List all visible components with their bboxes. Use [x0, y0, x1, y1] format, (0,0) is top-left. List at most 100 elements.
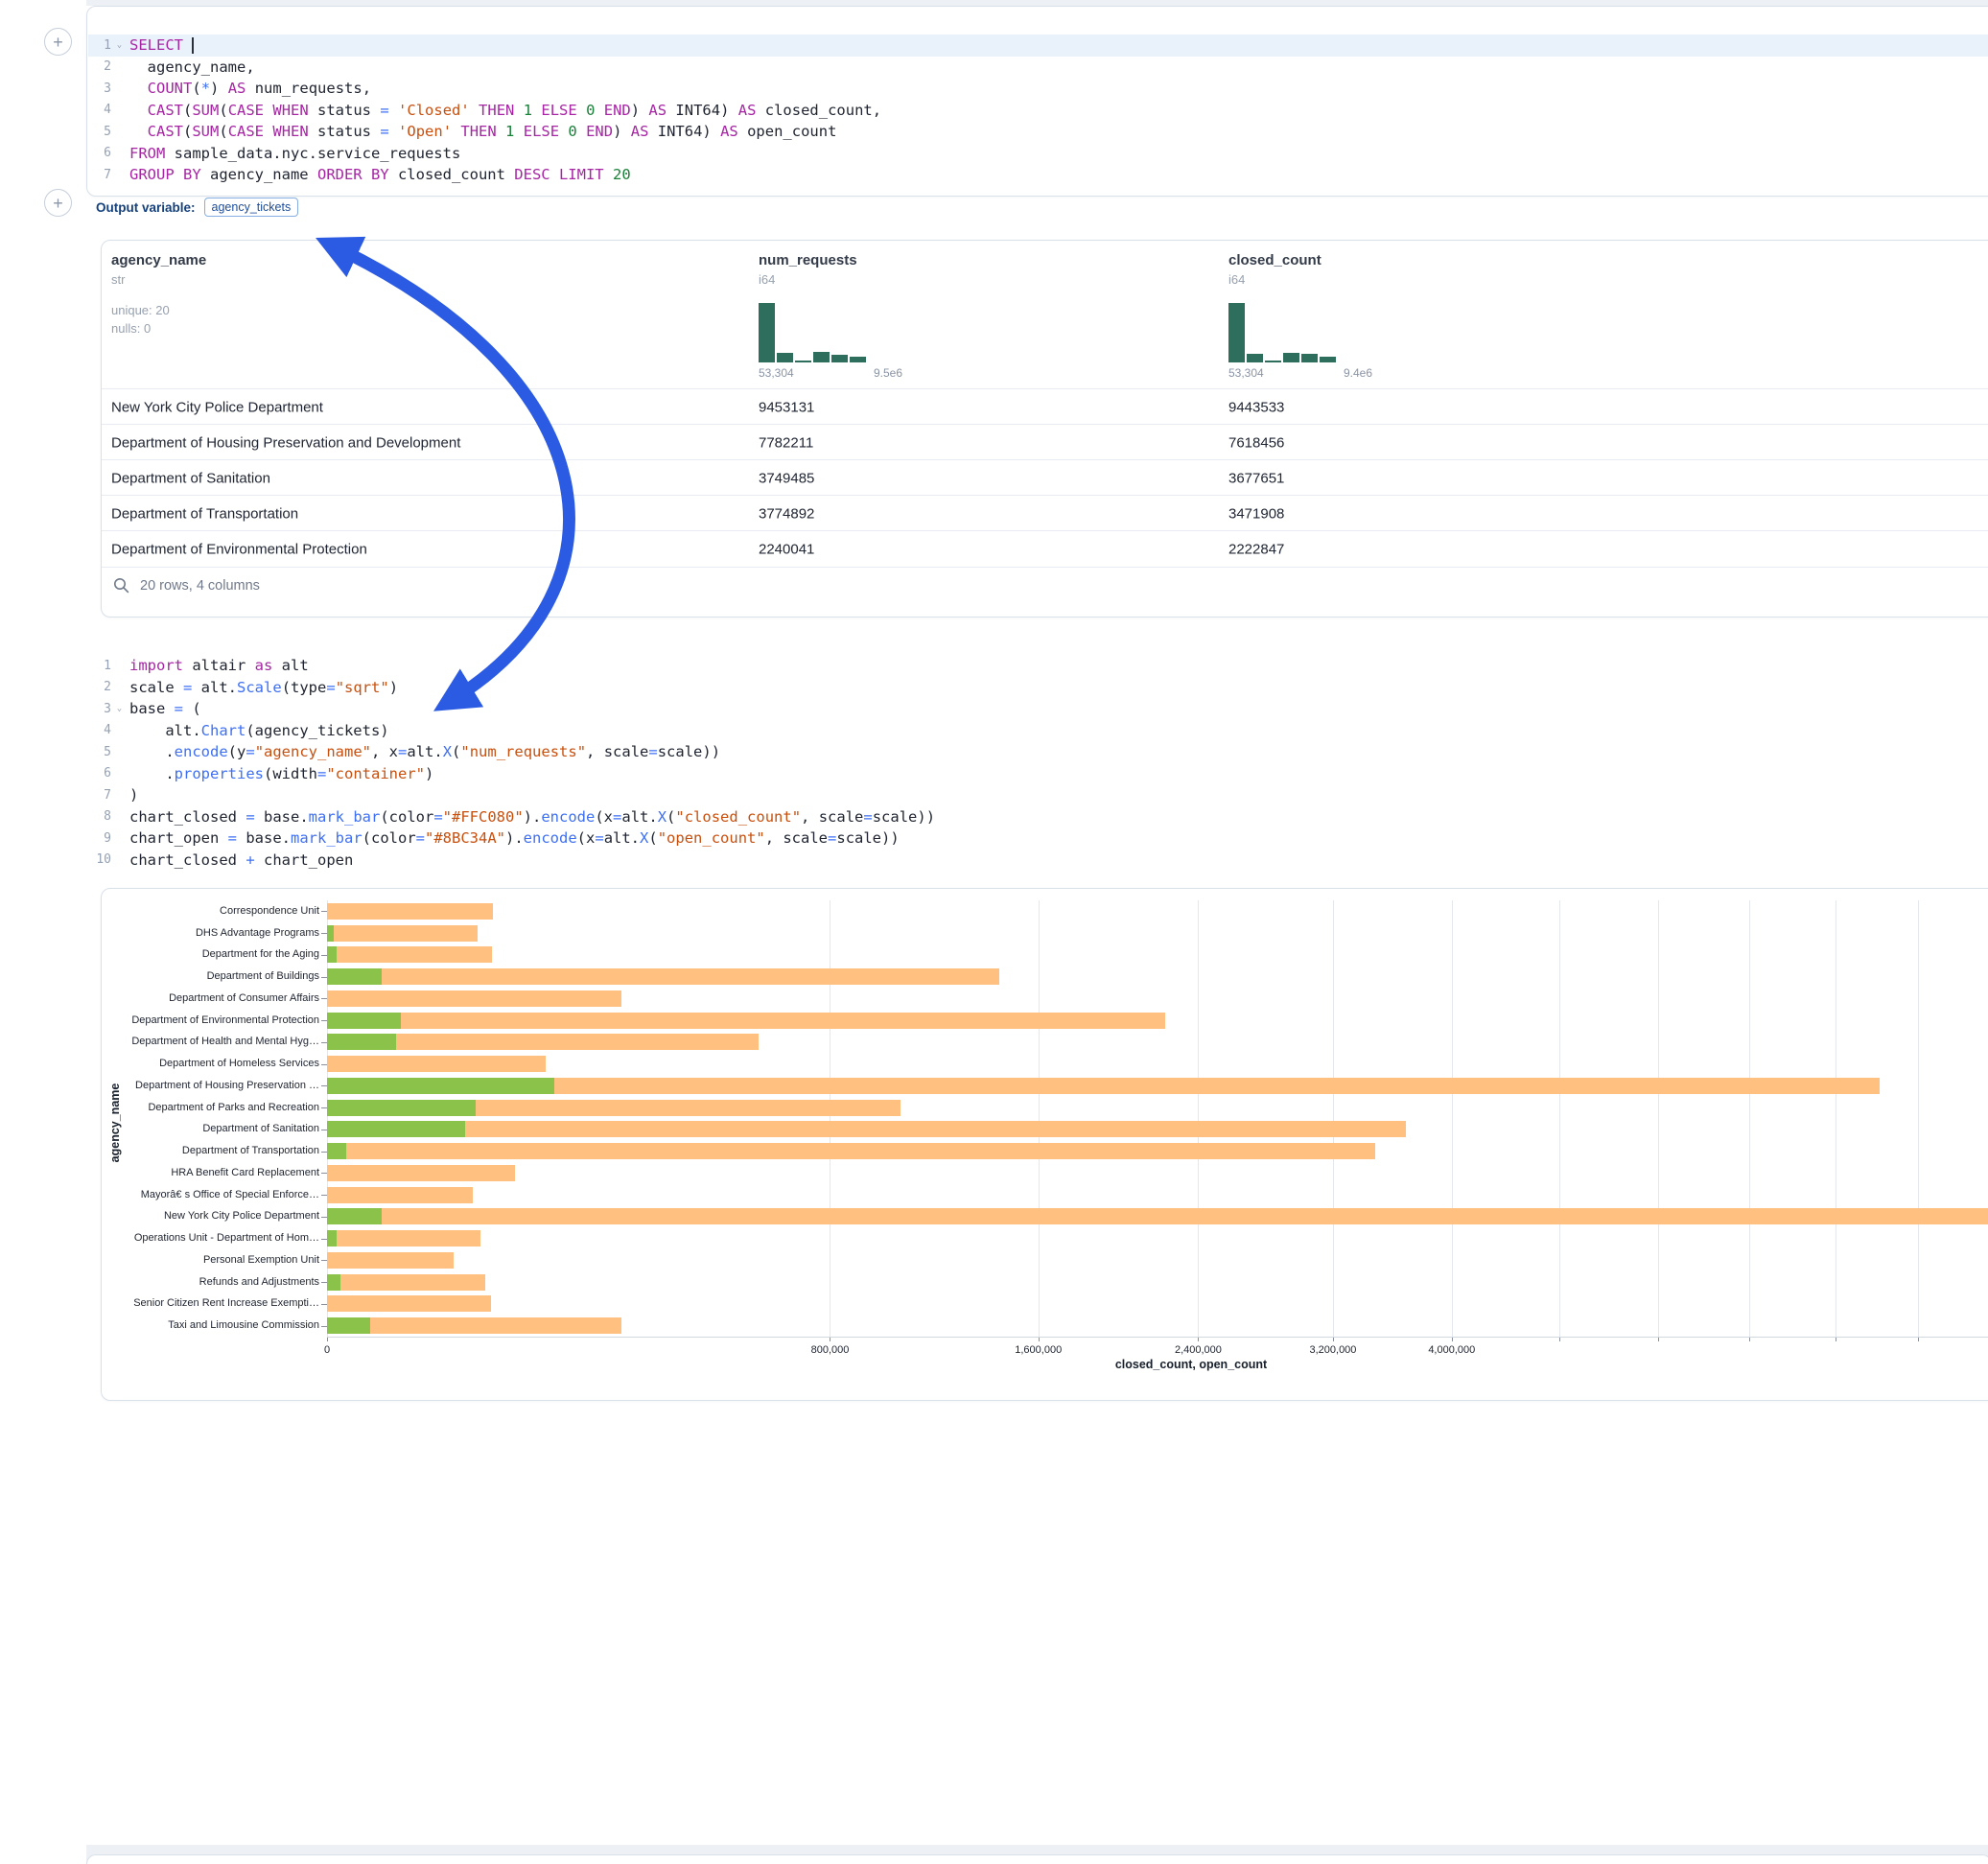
- closed-count-bar[interactable]: [327, 1121, 1406, 1137]
- closed-count-bar[interactable]: [327, 1143, 1375, 1159]
- cell-agency-name: Department of Transportation: [111, 505, 298, 522]
- open-count-bar[interactable]: [327, 1034, 396, 1050]
- closed-count-bar[interactable]: [327, 1187, 473, 1203]
- open-count-bar[interactable]: [327, 1274, 340, 1291]
- closed-count-bar[interactable]: [327, 1274, 485, 1291]
- code-line[interactable]: 3⌄base = (: [88, 698, 1988, 720]
- closed-count-bar[interactable]: [327, 990, 621, 1007]
- code-line[interactable]: 10chart_closed + chart_open: [88, 850, 1988, 872]
- chart-gridline: [1198, 900, 1199, 1337]
- code-line[interactable]: 6FROM sample_data.nyc.service_requests: [88, 143, 1988, 165]
- add-cell-button[interactable]: +: [44, 189, 72, 217]
- open-count-bar[interactable]: [327, 925, 334, 942]
- code-line[interactable]: 4 alt.Chart(agency_tickets): [88, 720, 1988, 742]
- closed-count-bar[interactable]: [327, 968, 999, 985]
- x-axis-label: 4,000,000: [1428, 1344, 1475, 1356]
- chart-gridline: [1749, 900, 1750, 1337]
- histogram-max: 9.4e6: [1344, 366, 1372, 380]
- code-text: .properties(width="container"): [129, 765, 433, 782]
- histogram-min: 53,304: [759, 366, 794, 380]
- closed-count-bar[interactable]: [327, 925, 478, 942]
- y-axis-label: Department of Sanitation: [113, 1123, 319, 1134]
- collapse-chevron-icon[interactable]: ⌄: [112, 40, 127, 50]
- table-row[interactable]: New York City Police Department945313194…: [102, 388, 1988, 425]
- open-count-bar[interactable]: [327, 1208, 382, 1224]
- closed-count-bar[interactable]: [327, 1165, 515, 1181]
- table-row[interactable]: Department of Environmental Protection22…: [102, 530, 1988, 568]
- open-count-bar[interactable]: [327, 1100, 476, 1116]
- code-text: agency_name,: [129, 58, 255, 76]
- output-variable-chip[interactable]: agency_tickets: [204, 198, 299, 217]
- search-icon[interactable]: [113, 577, 129, 594]
- histogram-bar: [850, 357, 866, 362]
- chart-gridline: [1559, 900, 1560, 1337]
- table-row[interactable]: Department of Sanitation37494853677651: [102, 459, 1988, 496]
- column-header-closed-count[interactable]: closed_count i64: [1228, 252, 1321, 287]
- line-number: 7: [88, 168, 111, 182]
- table-row[interactable]: Department of Housing Preservation and D…: [102, 424, 1988, 460]
- code-text: GROUP BY agency_name ORDER BY closed_cou…: [129, 166, 631, 183]
- closed-count-histogram[interactable]: [1228, 303, 1372, 362]
- chart-gridline: [1333, 900, 1334, 1337]
- closed-count-bar[interactable]: [327, 1252, 454, 1269]
- line-number: 5: [88, 125, 111, 139]
- num-requests-histogram[interactable]: [759, 303, 902, 362]
- code-line[interactable]: 7): [88, 784, 1988, 806]
- open-count-bar[interactable]: [327, 1121, 465, 1137]
- column-header-num-requests[interactable]: num_requests i64: [759, 252, 857, 287]
- add-cell-button[interactable]: +: [44, 28, 72, 56]
- histogram-bar: [795, 361, 811, 362]
- open-count-bar[interactable]: [327, 946, 337, 963]
- collapse-chevron-icon[interactable]: ⌄: [112, 704, 127, 713]
- closed-count-bar[interactable]: [327, 1208, 1988, 1224]
- cell-closed-count: 3471908: [1228, 505, 1284, 522]
- histogram-min: 53,304: [1228, 366, 1264, 380]
- code-text: import altair as alt: [129, 657, 309, 674]
- open-count-bar[interactable]: [327, 1078, 554, 1094]
- line-number: 8: [88, 809, 111, 824]
- histogram-bar: [813, 352, 830, 362]
- code-line[interactable]: 2scale = alt.Scale(type="sqrt"): [88, 677, 1988, 699]
- x-axis-line: [327, 1337, 1988, 1338]
- table-row[interactable]: Department of Transportation377489234719…: [102, 495, 1988, 531]
- y-axis-label: Mayorâ€ s Office of Special Enforce…: [113, 1189, 319, 1200]
- code-line[interactable]: 6 .properties(width="container"): [88, 763, 1988, 785]
- closed-count-bar[interactable]: [327, 1230, 480, 1247]
- closed-count-bar[interactable]: [327, 903, 493, 920]
- column-header-agency-name[interactable]: agency_name str: [111, 252, 206, 287]
- histogram-bar: [1301, 354, 1318, 362]
- closed-count-bar[interactable]: [327, 1056, 546, 1072]
- code-text: FROM sample_data.nyc.service_requests: [129, 145, 460, 162]
- cell-agency-name: Department of Housing Preservation and D…: [111, 434, 460, 451]
- code-text: SELECT: [129, 36, 194, 54]
- closed-count-bar[interactable]: [327, 1078, 1880, 1094]
- code-line[interactable]: 1⌄SELECT: [88, 35, 1988, 57]
- open-count-bar[interactable]: [327, 1317, 370, 1334]
- closed-count-bar[interactable]: [327, 1295, 491, 1312]
- open-count-bar[interactable]: [327, 1013, 401, 1029]
- python-code-editor[interactable]: 1import altair as alt2scale = alt.Scale(…: [88, 655, 1988, 871]
- code-line[interactable]: 9chart_open = base.mark_bar(color="#8BC3…: [88, 827, 1988, 850]
- chart-gridline: [1452, 900, 1453, 1337]
- code-line[interactable]: 5 .encode(y="agency_name", x=alt.X("num_…: [88, 741, 1988, 763]
- chart-gridline: [1918, 900, 1919, 1337]
- open-count-bar[interactable]: [327, 1143, 346, 1159]
- closed-count-bar[interactable]: [327, 1013, 1165, 1029]
- code-line[interactable]: 7 GROUP BY agency_name ORDER BY closed_co…: [88, 164, 1988, 186]
- y-axis-label: Taxi and Limousine Commission: [113, 1319, 319, 1331]
- code-line[interactable]: 2 agency_name,: [88, 57, 1988, 79]
- code-line[interactable]: 3 COUNT(*) AS num_requests,: [88, 78, 1988, 100]
- code-line[interactable]: 5 CAST(SUM(CASE WHEN status = 'Open' THE…: [88, 121, 1988, 143]
- line-number: 9: [88, 831, 111, 846]
- code-line[interactable]: 4 CAST(SUM(CASE WHEN status = 'Closed' T…: [88, 100, 1988, 122]
- open-count-bar[interactable]: [327, 1230, 337, 1247]
- chart-gridline: [1658, 900, 1659, 1337]
- code-line[interactable]: 1import altair as alt: [88, 655, 1988, 677]
- sql-code-editor[interactable]: 1⌄SELECT 2 agency_name,3 COUNT(*) AS num…: [88, 35, 1988, 186]
- closed-count-bar[interactable]: [327, 1317, 621, 1334]
- line-number: 1: [88, 38, 111, 53]
- code-line[interactable]: 8chart_closed = base.mark_bar(color="#FF…: [88, 806, 1988, 828]
- histogram-bar: [777, 353, 793, 362]
- open-count-bar[interactable]: [327, 968, 382, 985]
- closed-count-bar[interactable]: [327, 946, 492, 963]
